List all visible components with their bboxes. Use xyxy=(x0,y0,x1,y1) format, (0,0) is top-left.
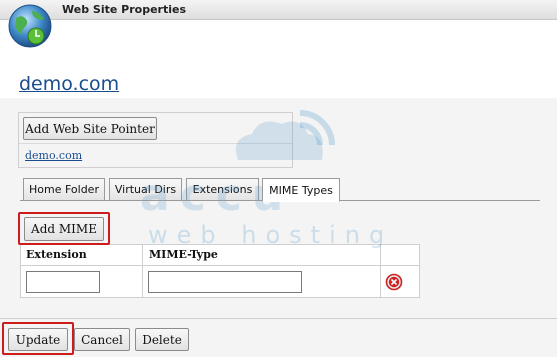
table-header-divider xyxy=(20,265,420,266)
tab-extensions[interactable]: Extensions xyxy=(186,178,259,201)
highlight-update xyxy=(2,322,74,355)
tab-label: Home Folder xyxy=(29,183,99,196)
add-web-site-pointer-button[interactable]: Add Web Site Pointer xyxy=(23,117,157,140)
window-title: Web Site Properties xyxy=(62,3,186,16)
cancel-button[interactable]: Cancel xyxy=(74,328,130,351)
tab-label: Virtual Dirs xyxy=(114,183,177,196)
pointer-divider xyxy=(19,143,292,144)
delete-button[interactable]: Delete xyxy=(135,328,189,351)
tab-label: MIME Types xyxy=(269,183,333,197)
site-domain-link[interactable]: demo.com xyxy=(19,73,119,95)
tab-home-folder[interactable]: Home Folder xyxy=(23,178,105,201)
title-bar: Web Site Properties xyxy=(0,0,557,20)
delete-row-icon[interactable] xyxy=(385,273,403,291)
column-divider xyxy=(380,244,381,298)
tab-label: Extensions xyxy=(192,183,253,196)
mime-type-input[interactable] xyxy=(148,271,302,293)
column-divider xyxy=(142,244,143,298)
tab-mime-types[interactable]: MIME Types xyxy=(262,178,340,202)
column-header-mime-type: MIME-Type xyxy=(149,248,218,261)
globe-icon xyxy=(8,4,52,48)
tab-virtual-dirs[interactable]: Virtual Dirs xyxy=(109,178,182,201)
footer-divider xyxy=(0,318,557,319)
highlight-add-mime xyxy=(18,212,110,245)
column-header-extension: Extension xyxy=(26,248,87,261)
pointer-item-link[interactable]: demo.com xyxy=(25,149,82,162)
extension-input[interactable] xyxy=(26,271,100,293)
